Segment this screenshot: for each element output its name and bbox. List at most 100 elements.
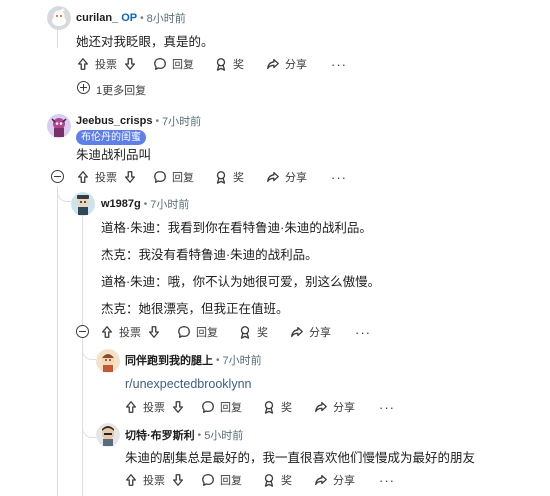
reply-bubble-icon — [154, 171, 166, 183]
share-button[interactable]: 分享 — [266, 169, 307, 185]
share-icon — [291, 326, 303, 338]
award-icon — [264, 401, 274, 414]
downvote-icon — [172, 401, 184, 413]
upvote-button[interactable]: 投票 — [100, 324, 141, 340]
upvote-button[interactable]: 投票 — [76, 169, 117, 185]
avatar[interactable] — [47, 6, 71, 30]
award-button[interactable]: 奖 — [262, 399, 292, 415]
reply-button[interactable]: 回复 — [201, 399, 242, 415]
award-button[interactable]: 奖 — [238, 324, 268, 340]
share-label: 分享 — [333, 475, 355, 487]
award-icon — [240, 326, 250, 339]
author-name[interactable]: 同伴跑到我的腿上 — [125, 352, 213, 368]
comment-actions: 投票 回复 奖 分享 ··· — [76, 53, 347, 75]
thread-elbow — [82, 420, 96, 438]
reply-bubble-icon — [202, 401, 214, 413]
expand-replies-button[interactable] — [77, 81, 90, 94]
share-button[interactable]: 分享 — [266, 56, 307, 72]
award-button[interactable]: 奖 — [214, 56, 244, 72]
thread-elbow — [57, 186, 71, 202]
separator-dot: • — [140, 12, 144, 24]
reply-label: 回复 — [172, 59, 194, 71]
separator-dot: • — [197, 429, 202, 441]
timestamp[interactable]: 7小时前 — [150, 196, 189, 212]
subreddit-link[interactable]: r/unexpectedbrooklynn — [125, 377, 251, 391]
op-badge: OP — [121, 12, 138, 24]
share-button[interactable]: 分享 — [290, 324, 331, 340]
comment-4: 同伴跑到我的腿上 • 7小时前 — [125, 350, 262, 370]
upvote-button[interactable]: 投票 — [124, 472, 165, 488]
downvote-button[interactable] — [123, 170, 137, 184]
comment-actions: 投票 回复 奖 分享 ··· — [100, 321, 371, 343]
reply-button[interactable]: 回复 — [153, 56, 194, 72]
award-icon — [216, 58, 226, 71]
timestamp[interactable]: 5小时前 — [204, 427, 243, 443]
share-button[interactable]: 分享 — [314, 399, 355, 415]
avatar[interactable] — [96, 349, 120, 373]
downvote-icon — [124, 171, 136, 183]
award-button[interactable]: 奖 — [214, 169, 244, 185]
more-options-button[interactable]: ··· — [331, 57, 347, 72]
comment-body-line: 道格·朱迪：我看到你在看特鲁迪·朱迪的战利品。 — [101, 221, 372, 235]
author-name[interactable]: 切特·布罗斯利 — [125, 427, 195, 443]
downvote-button[interactable] — [123, 57, 137, 71]
reply-button[interactable]: 回复 — [153, 169, 194, 185]
comment-actions: 投票 回复 奖 分享 ··· — [124, 396, 395, 418]
comment-body-line: 杰克：她很漂亮，但我正在值班。 — [101, 302, 289, 316]
downvote-button[interactable] — [171, 400, 185, 414]
separator-dot: • — [155, 115, 159, 127]
thread-line — [82, 338, 83, 496]
upvote-label: 投票 — [95, 172, 117, 184]
comment-actions: 投票 回复 奖 分享 ··· — [124, 469, 395, 491]
reply-button[interactable]: 回复 — [201, 472, 242, 488]
comment-body-line: 杰克：我没有看特鲁迪·朱迪的战利品。 — [101, 248, 318, 262]
award-icon — [216, 171, 226, 184]
award-label: 奖 — [257, 327, 268, 339]
upvote-icon — [77, 171, 89, 183]
upvote-button[interactable]: 投票 — [124, 399, 165, 415]
avatar[interactable] — [47, 114, 71, 138]
thread-line — [57, 187, 58, 496]
reply-bubble-icon — [154, 58, 166, 70]
author-name[interactable]: w1987g — [101, 198, 141, 210]
share-button[interactable]: 分享 — [314, 472, 355, 488]
share-icon — [315, 401, 327, 413]
upvote-icon — [101, 326, 113, 338]
downvote-button[interactable] — [171, 473, 185, 487]
share-label: 分享 — [309, 327, 331, 339]
reply-label: 回复 — [196, 327, 218, 339]
share-label: 分享 — [333, 402, 355, 414]
avatar[interactable] — [71, 192, 95, 216]
upvote-icon — [125, 474, 137, 486]
award-label: 奖 — [233, 172, 244, 184]
upvote-icon — [125, 401, 137, 413]
more-options-button[interactable]: ··· — [379, 473, 395, 488]
more-options-button[interactable]: ··· — [355, 325, 371, 340]
reply-button[interactable]: 回复 — [177, 324, 218, 340]
timestamp[interactable]: 7小时前 — [162, 113, 201, 129]
avatar[interactable] — [96, 423, 120, 447]
downvote-icon — [124, 58, 136, 70]
share-icon — [315, 474, 327, 486]
more-options-button[interactable]: ··· — [379, 400, 395, 415]
timestamp[interactable]: 8小时前 — [147, 10, 186, 26]
author-name[interactable]: Jeebus_crisps — [76, 115, 152, 127]
downvote-button[interactable] — [147, 325, 161, 339]
flair-label: 布伦丹的闺蜜 — [76, 130, 146, 145]
comment-1: curilan_ OP • 8小时前 — [76, 8, 186, 28]
author-name[interactable]: curilan_ — [76, 12, 118, 24]
upvote-label: 投票 — [119, 327, 141, 339]
award-label: 奖 — [233, 59, 244, 71]
collapse-thread-button[interactable] — [76, 325, 89, 338]
reply-bubble-icon — [178, 326, 190, 338]
more-options-button[interactable]: ··· — [331, 170, 347, 185]
more-replies-link[interactable]: 1更多回复 — [96, 82, 146, 98]
thread-line — [57, 28, 58, 48]
reply-label: 回复 — [172, 172, 194, 184]
share-icon — [267, 58, 279, 70]
timestamp[interactable]: 7小时前 — [223, 352, 262, 368]
comment-body-line: 道格·朱迪：哦，你不认为她很可爱，别这么傲慢。 — [101, 275, 381, 289]
upvote-button[interactable]: 投票 — [76, 56, 117, 72]
collapse-thread-button[interactable] — [51, 170, 64, 183]
award-button[interactable]: 奖 — [262, 472, 292, 488]
